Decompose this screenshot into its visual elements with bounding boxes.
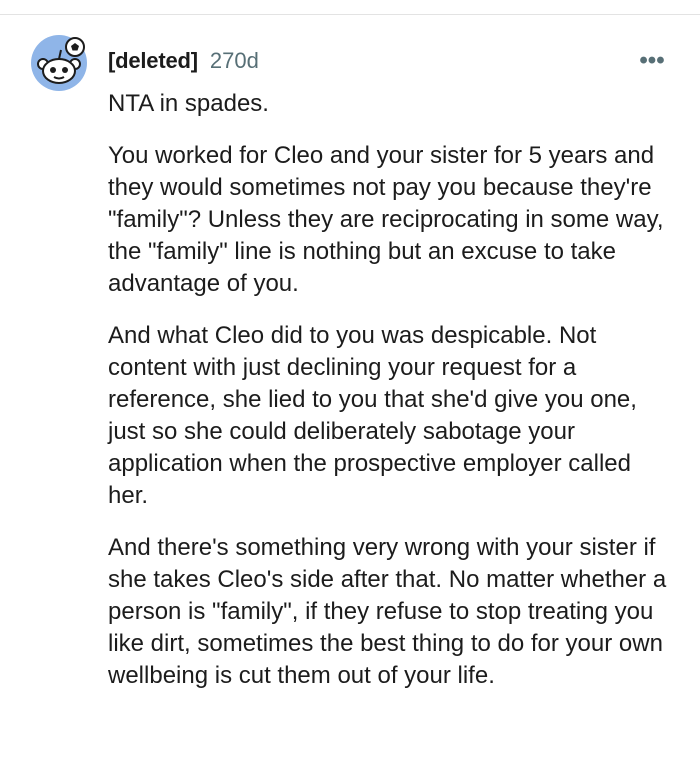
comment-paragraph: NTA in spades. [108,90,269,117]
username[interactable]: [deleted] [108,48,198,74]
comment-paragraph: And there's something very wrong with yo… [108,534,667,689]
more-options-icon: ••• [639,47,665,74]
comment-header: [deleted] 270d [108,48,259,74]
more-options-button[interactable]: ••• [630,46,674,76]
avatar[interactable] [30,34,88,92]
comment-paragraph: You worked for Cleo and your sister for … [108,142,664,297]
comment-age: 270d [209,48,259,73]
comment-paragraph: And what Cleo did to you was despicable.… [108,322,637,509]
snoo-avatar-icon [31,35,87,91]
comment: [deleted] 270d ••• NTA in spades. You wo… [0,0,700,773]
comment-body: NTA in spades. You worked for Cleo and y… [108,88,674,712]
